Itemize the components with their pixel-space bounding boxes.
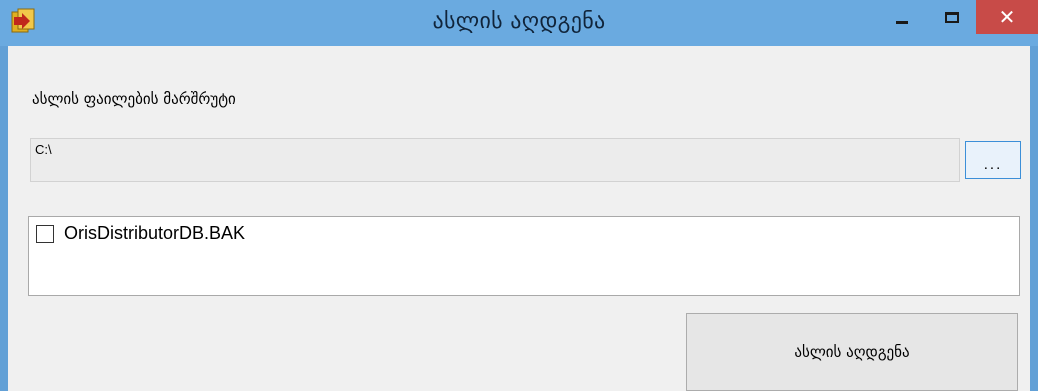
close-button[interactable]: ✕ [976, 0, 1038, 34]
close-icon: ✕ [998, 5, 1016, 29]
title-bar[interactable]: ასლის აღდგენა ✕ [0, 0, 1038, 46]
client-area: ასლის ფაილების მარშრუტი C:\ ... OrisDist… [8, 46, 1030, 391]
restore-button[interactable]: ასლის აღდგენა [686, 313, 1018, 391]
path-field[interactable]: C:\ [30, 138, 960, 182]
minimize-button[interactable] [878, 0, 926, 34]
list-item[interactable]: OrisDistributorDB.BAK [36, 223, 245, 244]
maximize-button[interactable] [928, 0, 976, 34]
browse-button[interactable]: ... [965, 141, 1021, 179]
path-value: C:\ [35, 142, 52, 157]
file-checkbox[interactable] [36, 224, 54, 243]
maximize-icon [945, 11, 959, 23]
minimize-icon [896, 20, 908, 24]
restore-backup-window: ასლის აღდგენა ✕ ასლის ფაილების მარშრუტი … [0, 0, 1038, 391]
backup-file-list[interactable]: OrisDistributorDB.BAK [28, 216, 1020, 296]
file-name: OrisDistributorDB.BAK [64, 223, 246, 243]
path-label: ასლის ფაილების მარშრუტი [32, 90, 236, 108]
